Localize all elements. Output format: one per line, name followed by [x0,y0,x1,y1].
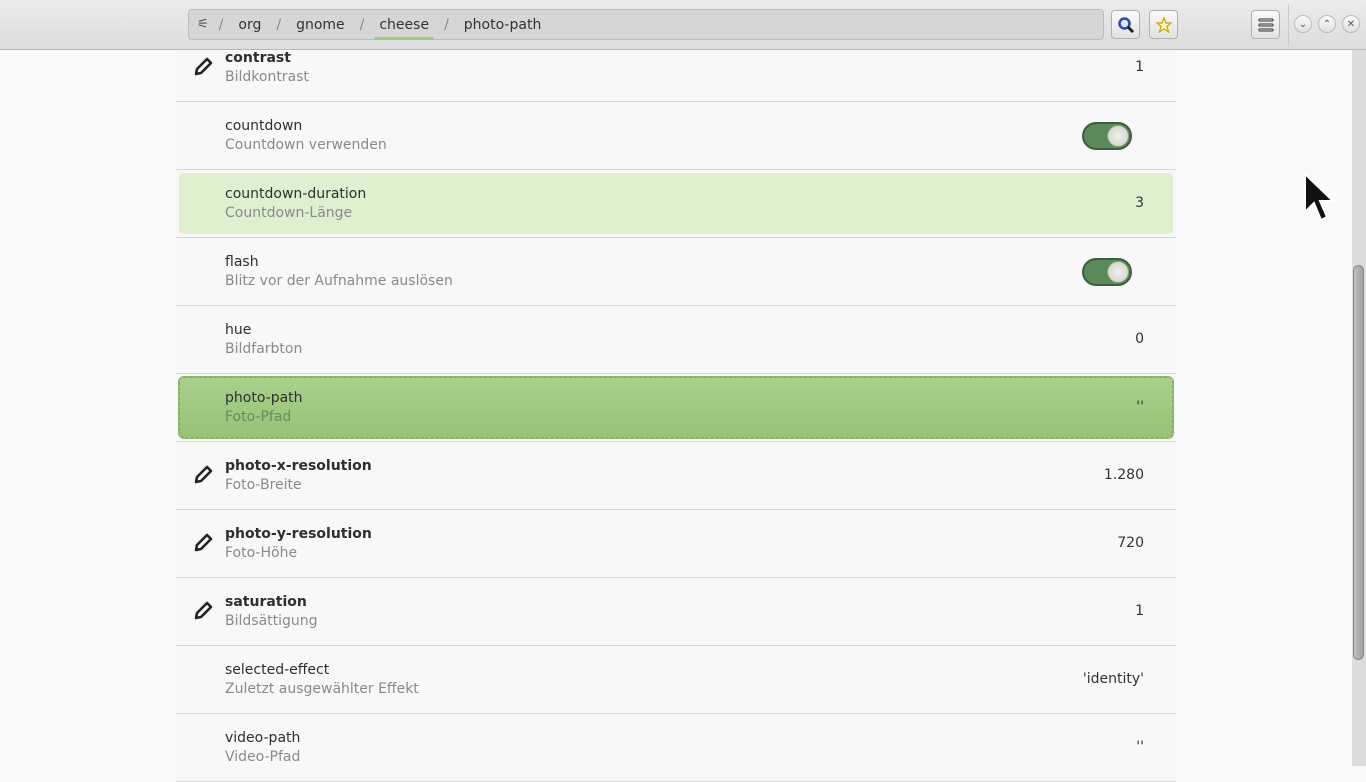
close-icon: ✕ [1346,18,1356,30]
toggle-switch[interactable] [1082,122,1132,150]
mouse-cursor-icon [1304,172,1336,222]
minimize-button[interactable]: ⌄ [1294,15,1312,33]
key-description: Blitz vor der Aufnahme auslösen [225,273,453,289]
path-separator: / [359,16,365,33]
menu-button[interactable] [1251,10,1280,39]
key-row-saturation[interactable]: saturation Bildsättigung 1 [176,578,1176,646]
key-row-video-path[interactable]: video-path Video-Pfad '' [176,714,1176,782]
key-description: Foto-Pfad [225,409,292,425]
breadcrumb-photo-path[interactable]: photo-path [459,17,547,33]
pencil-icon [194,601,213,620]
key-value: 1 [1135,603,1144,619]
key-description: Bildfarbton [225,341,303,357]
scrollbar-thumb[interactable] [1353,265,1364,660]
path-separator: / [444,16,449,33]
key-description: Countdown-Länge [225,205,353,221]
toggle-knob [1107,125,1129,147]
key-description: Zuletzt ausgewählter Effekt [225,681,419,697]
key-name: contrast [225,50,291,66]
row-background [179,581,1173,642]
key-name: flash [225,254,259,270]
search-icon [1117,16,1134,33]
key-value: '' [1136,739,1144,755]
key-row-selected-effect[interactable]: selected-effect Zuletzt ausgewählter Effe… [176,646,1176,714]
key-row-countdown[interactable]: countdown Countdown verwenden [176,102,1176,170]
separator [1288,4,1289,46]
breadcrumb-cheese[interactable]: cheese [374,17,434,40]
path-bar[interactable]: ⚟ / org / gnome / cheese / photo-path [188,9,1104,40]
toggle-knob [1107,261,1129,283]
pencil-icon [194,465,213,484]
key-name: saturation [225,594,307,610]
scrollbar[interactable] [1352,50,1366,766]
key-row-photo-path[interactable]: photo-path Foto-Pfad '' [176,374,1176,442]
chevron-down-icon: ⌄ [1298,18,1308,30]
row-background [179,105,1173,166]
key-name: video-path [225,730,301,746]
pencil-icon [194,533,213,552]
key-name: hue [225,322,252,338]
hamburger-icon [1257,17,1274,32]
key-value: 0 [1135,331,1144,347]
search-button[interactable] [1111,10,1140,39]
breadcrumb-gnome[interactable]: gnome [291,17,350,33]
key-row-flash[interactable]: flash Blitz vor der Aufnahme auslösen [176,238,1176,306]
close-button[interactable]: ✕ [1342,15,1360,33]
key-description: Foto-Höhe [225,545,298,561]
key-name: photo-x-resolution [225,458,372,474]
row-background [179,445,1173,506]
header-bar: ⚟ / org / gnome / cheese / photo-path ⌄ ⌃ ✕ [0,0,1366,50]
keys-list: contrast Bildkontrast 1 countdown Countdown … [176,34,1176,782]
key-value: 1.280 [1103,467,1144,483]
key-value: 720 [1117,535,1144,551]
key-description: Countdown verwenden [225,137,387,153]
row-background [179,377,1173,438]
key-name: photo-path [225,390,303,406]
key-name: countdown-duration [225,186,367,202]
key-description: Video-Pfad [225,749,301,765]
row-background [179,649,1173,710]
key-row-countdown-duration[interactable]: countdown-duration Countdown-Länge 3 [176,170,1176,238]
chevron-up-icon: ⌃ [1322,18,1332,30]
path-separator: / [276,16,282,33]
path-separator: / [218,16,224,33]
key-value: 'identity' [1082,671,1144,687]
key-name: countdown [225,118,303,134]
star-icon [1155,16,1172,33]
key-row-photo-y-resolution[interactable]: photo-y-resolution Foto-Höhe 720 [176,510,1176,578]
row-background [179,717,1173,778]
toggle-switch[interactable] [1082,258,1132,286]
key-value: '' [1136,399,1144,415]
key-description: Bildsättigung [225,613,318,629]
breadcrumb-org[interactable]: org [233,17,266,33]
row-background [179,241,1173,302]
key-description: Bildkontrast [225,69,309,85]
maximize-button[interactable]: ⌃ [1318,15,1336,33]
key-value: 1 [1135,59,1144,75]
settings-icon[interactable]: ⚟ [197,17,209,32]
key-name: selected-effect [225,662,330,678]
bookmark-button[interactable] [1149,10,1178,39]
key-name: photo-y-resolution [225,526,372,542]
key-row-photo-x-resolution[interactable]: photo-x-resolution Foto-Breite 1.280 [176,442,1176,510]
row-background [179,309,1173,370]
row-background [179,513,1173,574]
key-description: Foto-Breite [225,477,302,493]
row-background [179,173,1173,234]
key-row-hue[interactable]: hue Bildfarbton 0 [176,306,1176,374]
key-value: 3 [1135,195,1144,211]
pencil-icon [194,57,213,76]
